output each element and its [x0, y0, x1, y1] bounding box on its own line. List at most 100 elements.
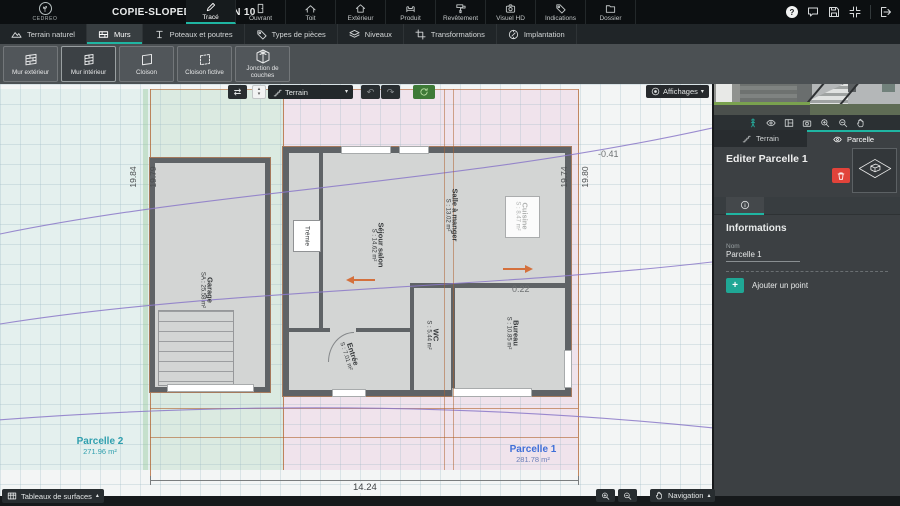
folder-icon [605, 4, 616, 13]
affichages-dropdown[interactable]: Affichages ▾ [646, 85, 709, 98]
transform-icon [415, 28, 426, 40]
add-point-button[interactable]: + Ajouter un point [726, 278, 808, 293]
zoom-in-button[interactable] [596, 489, 615, 502]
informations-heading: Informations [726, 223, 787, 234]
terrain-contour-lines [0, 127, 712, 429]
floor-plan-canvas[interactable]: Garage SA : 25.58 m² Trémie Séjour salon… [0, 84, 712, 496]
tab-indications[interactable]: Indications [536, 0, 586, 24]
tab-toit[interactable]: Toit [286, 0, 336, 24]
ribbon-label: Types de pièces [271, 29, 326, 39]
comments-button[interactable] [807, 6, 819, 18]
tab-trace[interactable]: Tracé [186, 0, 236, 24]
tab-label: Toit [305, 14, 316, 22]
dim-right-outer: 19.80 [580, 166, 590, 188]
parcel1-label[interactable]: Parcelle 1 281.78 m² [510, 444, 557, 464]
undo-button[interactable]: ↶ [361, 85, 380, 99]
tab-exterieur[interactable]: Extérieur [336, 0, 386, 24]
tool-label: Cloison fictive [185, 68, 224, 76]
tool-mur-exterieur[interactable]: Mur extérieur [3, 46, 58, 82]
column-icon [155, 30, 163, 38]
swap-view-button[interactable]: ⇄ [228, 85, 247, 99]
parcel-name: Parcelle 1 [509, 444, 557, 455]
status-bar [0, 496, 900, 506]
zoom-out-button[interactable] [618, 489, 637, 502]
parcel-name-input[interactable] [726, 250, 800, 262]
ribbon-types-de-pieces[interactable]: Types de pièces [245, 24, 338, 44]
cedreo-logo-icon [38, 2, 52, 15]
top-bar: CEDREO COPIE-SLOPED TERRAIN 10 Tracé Ouv… [0, 0, 900, 24]
navigation-label: Navigation [668, 491, 704, 500]
tab-dossier[interactable]: Dossier [586, 0, 636, 24]
info-subtab[interactable] [726, 197, 764, 215]
room-label-tremie: Trémie [304, 226, 311, 246]
help-button[interactable]: ? [786, 6, 798, 18]
camera-icon[interactable] [802, 118, 812, 128]
parcel-split-line [453, 89, 454, 470]
panel-tabs: Terrain Parcelle [714, 130, 900, 147]
ribbon-transformations[interactable]: Transformations [404, 24, 497, 44]
hand-icon[interactable] [856, 118, 866, 128]
tab-ouvrant[interactable]: Ouvrant [236, 0, 286, 24]
level-selector[interactable]: Terrain ▾ [268, 85, 353, 99]
save-button[interactable] [828, 6, 840, 18]
parcel-thumbnail[interactable] [852, 148, 897, 193]
stairs-icon [273, 89, 282, 96]
tab-visuel-hd[interactable]: Visuel HD [486, 0, 536, 24]
eye-icon[interactable] [766, 118, 776, 128]
ribbon-murs[interactable]: Murs [86, 24, 143, 44]
update-3d-button[interactable] [413, 85, 435, 99]
panel-tab-terrain[interactable]: Terrain [714, 130, 807, 147]
navigation-dropdown[interactable]: Navigation ▴ [650, 489, 716, 502]
room-name: Garage [205, 277, 215, 303]
center-view-button[interactable] [849, 6, 861, 18]
parcel2-label[interactable]: Parcelle 2 271.96 m² [77, 436, 124, 456]
level-stepper[interactable]: ▴ ▾ [252, 85, 266, 99]
ribbon-terrain-naturel[interactable]: Terrain naturel [0, 24, 87, 44]
tool-cloison-fictive[interactable]: Cloison fictive [177, 46, 232, 82]
tab-produit[interactable]: Produit [386, 0, 436, 24]
tool-cloison[interactable]: Cloison [119, 46, 174, 82]
stairs-icon [742, 135, 751, 143]
tab-label: Tracé [202, 13, 219, 21]
cedreo-logo[interactable]: CEDREO [28, 1, 62, 22]
exit-button[interactable] [880, 6, 892, 18]
tab-label: Ouvrant [248, 14, 273, 22]
chevron-up-icon: ▴ [707, 492, 711, 499]
affichages-label: Affichages [663, 87, 698, 96]
tool-mur-interieur[interactable]: Mur intérieur [61, 46, 116, 82]
redo-icon: ↷ [386, 86, 395, 97]
layer-junction-icon [256, 49, 269, 64]
door-icon [257, 3, 264, 13]
ribbon-label: Terrain naturel [27, 29, 75, 39]
room-name: Séjour salon [376, 222, 386, 268]
tab-label: Indications [544, 14, 577, 22]
house-icon [355, 3, 366, 13]
ribbon-poteaux-et-poutres[interactable]: Poteaux et poutres [143, 24, 245, 44]
panel-tab-parcelle[interactable]: Parcelle [807, 130, 900, 147]
room-area: S : 10.85 m² [505, 316, 512, 350]
tool-label: Mur extérieur [11, 68, 50, 76]
ribbon-implantation[interactable]: Implantation [497, 24, 577, 44]
redo-button[interactable]: ↷ [381, 85, 400, 99]
layers-icon [349, 29, 360, 38]
tool-jonction-de-couches[interactable]: Jonction de couches [235, 46, 290, 82]
delete-parcel-button[interactable] [832, 168, 850, 183]
tab-revetement[interactable]: Revêtement [436, 0, 486, 24]
ribbon-niveaux[interactable]: Niveaux [338, 24, 404, 44]
tab-label: Produit [400, 14, 421, 22]
dim-tick [150, 476, 151, 485]
tool-label: Mur intérieur [70, 68, 107, 76]
zoom-out-icon[interactable] [838, 118, 848, 128]
chevron-down-icon: ▾ [344, 89, 348, 95]
zoom-in-icon[interactable] [820, 118, 830, 128]
dim-right-inner: 19.74 [559, 166, 569, 188]
layout-icon[interactable] [784, 118, 794, 128]
trash-icon [837, 172, 845, 180]
hand-icon [656, 491, 662, 500]
tag-icon [556, 3, 566, 14]
walk-person-icon[interactable] [748, 118, 758, 128]
ribbon-bar: Terrain naturel Murs Poteaux et poutres … [0, 24, 900, 44]
dim-left-outer: 19.84 [128, 166, 138, 188]
parcel-icon [858, 158, 891, 178]
surface-tables-button[interactable]: Tableaux de surfaces ▴ [2, 489, 104, 503]
